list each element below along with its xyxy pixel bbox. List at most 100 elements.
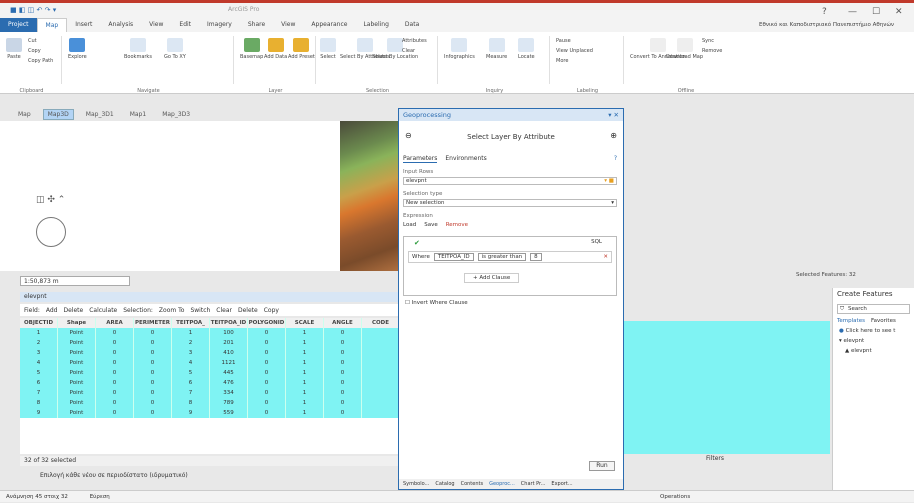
bookmarks-button[interactable]: Bookmarks xyxy=(124,38,152,60)
tab-data[interactable]: Data xyxy=(397,18,427,32)
view-tab-map-3d3[interactable]: Map_3D3 xyxy=(158,110,194,119)
col-header[interactable]: CODE xyxy=(362,318,400,328)
tab-insert[interactable]: Insert xyxy=(67,18,100,32)
add-clause-button[interactable]: + Add Clause xyxy=(464,273,520,283)
infographics-button[interactable]: Infographics xyxy=(444,38,475,60)
table-row[interactable]: 4 Point 0 0 4 1121 0 1 0 xyxy=(20,358,400,368)
view-tab-map-3d1[interactable]: Map_3D1 xyxy=(82,110,118,119)
tab-chart-properties[interactable]: Chart Pr... xyxy=(521,479,546,489)
help-icon[interactable]: ? xyxy=(822,7,827,17)
search-input[interactable]: ⛉ Search xyxy=(837,304,910,314)
save-button[interactable]: Save xyxy=(424,222,438,228)
filters-label[interactable]: Filters xyxy=(706,455,724,462)
sync-button[interactable]: Sync xyxy=(702,38,714,44)
maximize-button[interactable]: ☐ xyxy=(872,7,880,17)
tab-share[interactable]: Share xyxy=(240,18,273,32)
copy-button[interactable]: Copy xyxy=(28,48,41,54)
add-icon[interactable]: ⊕ xyxy=(610,131,617,140)
view-tab-map3d[interactable]: Map3D xyxy=(42,108,74,120)
tab-parameters[interactable]: Parameters xyxy=(403,155,438,163)
col-header[interactable]: OBJECTID xyxy=(20,318,58,328)
explore-button[interactable]: Explore xyxy=(68,38,87,60)
measure-button[interactable]: Measure xyxy=(486,38,507,60)
download-map-button[interactable]: Download Map xyxy=(666,38,703,60)
quick-access-toolbar[interactable]: ■ ◧ ◫ ↶ ↷ ▾ xyxy=(10,6,56,14)
locate-button[interactable]: Locate xyxy=(518,38,535,60)
clear-selection-button[interactable]: Clear xyxy=(216,307,232,314)
table-row[interactable]: 2 Point 0 0 2 201 0 1 0 xyxy=(20,338,400,348)
table-row[interactable]: 5 Point 0 0 5 445 0 1 0 xyxy=(20,368,400,378)
tab-export[interactable]: Export... xyxy=(551,479,572,489)
tab-analysis[interactable]: Analysis xyxy=(100,18,141,32)
zoom-to-button[interactable]: Zoom To xyxy=(159,307,185,314)
sql-toggle[interactable]: SQL xyxy=(591,239,602,245)
operations-button[interactable]: Operations xyxy=(660,491,690,503)
clear-button[interactable]: Clear xyxy=(402,48,415,54)
attributes-button[interactable]: Attributes xyxy=(402,38,427,44)
navigator-circle[interactable] xyxy=(36,217,66,247)
tab-imagery[interactable]: Imagery xyxy=(199,18,240,32)
paste-button[interactable]: Paste xyxy=(6,38,22,60)
pane-close-icon[interactable]: ▾ ✕ xyxy=(608,109,619,121)
operator-select[interactable]: is greater than xyxy=(477,253,527,261)
attribute-table-tab[interactable]: elevpnt xyxy=(20,292,400,302)
table-row[interactable]: 1 Point 0 0 1 100 0 1 0 xyxy=(20,328,400,338)
view-tab-map1[interactable]: Map1 xyxy=(126,110,150,119)
tab-appearance[interactable]: Appearance xyxy=(303,18,355,32)
load-button[interactable]: Load xyxy=(403,222,416,228)
tab-geoprocessing[interactable]: Geoproc... xyxy=(489,479,515,489)
close-button[interactable]: ✕ xyxy=(895,7,903,17)
delete-selection-button[interactable]: Delete xyxy=(238,307,258,314)
copy-path-button[interactable]: Copy Path xyxy=(28,58,53,64)
remove-button[interactable]: Remove xyxy=(702,48,722,54)
col-header[interactable]: AREA xyxy=(96,318,134,328)
add-data-button[interactable]: Add Data xyxy=(264,38,287,60)
tab-contents[interactable]: Contents xyxy=(461,479,484,489)
tab-catalog[interactable]: Catalog xyxy=(435,479,454,489)
back-icon[interactable]: ⊖ xyxy=(405,131,412,140)
invert-where-checkbox[interactable]: ☐ Invert Where Clause xyxy=(399,300,623,306)
add-field-button[interactable]: Add xyxy=(46,307,58,314)
view-unplaced-button[interactable]: View Unplaced xyxy=(556,48,593,54)
scale-box[interactable]: 1:50,873 m xyxy=(20,276,130,286)
table-row[interactable]: 6 Point 0 0 6 476 0 1 0 xyxy=(20,378,400,388)
help-icon[interactable]: ? xyxy=(614,155,617,163)
col-header[interactable]: Shape xyxy=(58,318,96,328)
remove-button[interactable]: Remove xyxy=(446,222,468,228)
selection-type-select[interactable]: New selection ▾ xyxy=(403,199,617,207)
col-header[interactable]: SCALE xyxy=(286,318,324,328)
delete-field-button[interactable]: Delete xyxy=(64,307,84,314)
selected-features-count[interactable]: Selected Features: 32 xyxy=(796,272,856,278)
more-button[interactable]: More xyxy=(556,58,568,64)
calculate-button[interactable]: Calculate xyxy=(89,307,117,314)
tab-environments[interactable]: Environments xyxy=(445,155,486,163)
pause-button[interactable]: Pause xyxy=(556,38,571,44)
tab-view[interactable]: View xyxy=(141,18,171,32)
tab-symbology[interactable]: Symbolo... xyxy=(403,479,429,489)
col-header[interactable]: ANGLE xyxy=(324,318,362,328)
col-header[interactable]: PERIMETER xyxy=(134,318,172,328)
signin-org[interactable]: Εθνικό και Καποδιστριακό Πανεπιστήμιο Αθ… xyxy=(759,22,894,28)
col-header[interactable]: TEITPOA_ xyxy=(172,318,210,328)
input-rows-field[interactable]: elevpnt ▾ ■ xyxy=(403,177,617,185)
navigator-controls[interactable]: ◫ ✣ ⌃ xyxy=(36,195,65,205)
table-row[interactable]: 8 Point 0 0 8 789 0 1 0 xyxy=(20,398,400,408)
tab-templates[interactable]: Templates xyxy=(837,318,865,324)
folder-icon[interactable]: ▾ ■ xyxy=(604,178,614,185)
tab-project[interactable]: Project xyxy=(0,18,37,32)
col-header[interactable]: TEITPOA_ID xyxy=(210,318,248,328)
table-row[interactable]: 9 Point 0 0 9 559 0 1 0 xyxy=(20,408,400,418)
goto-xy-button[interactable]: Go To XY xyxy=(164,38,186,60)
delete-clause-icon[interactable]: ✕ xyxy=(603,254,608,260)
tab-edit[interactable]: Edit xyxy=(171,18,199,32)
mode-text[interactable]: Εύρεση xyxy=(90,494,110,500)
copy-button[interactable]: Copy xyxy=(264,307,279,314)
tab-favorites[interactable]: Favorites xyxy=(871,318,896,324)
value-input[interactable]: 8 xyxy=(530,253,542,261)
template-item[interactable]: ▲ elevpnt xyxy=(833,348,914,354)
view-tab-map[interactable]: Map xyxy=(14,110,35,119)
run-button[interactable]: Run xyxy=(589,461,615,471)
add-preset-button[interactable]: Add Preset xyxy=(288,38,315,60)
field-select[interactable]: TEITPOA_ID xyxy=(433,253,474,261)
template-group[interactable]: ▾ elevpnt xyxy=(833,338,914,344)
